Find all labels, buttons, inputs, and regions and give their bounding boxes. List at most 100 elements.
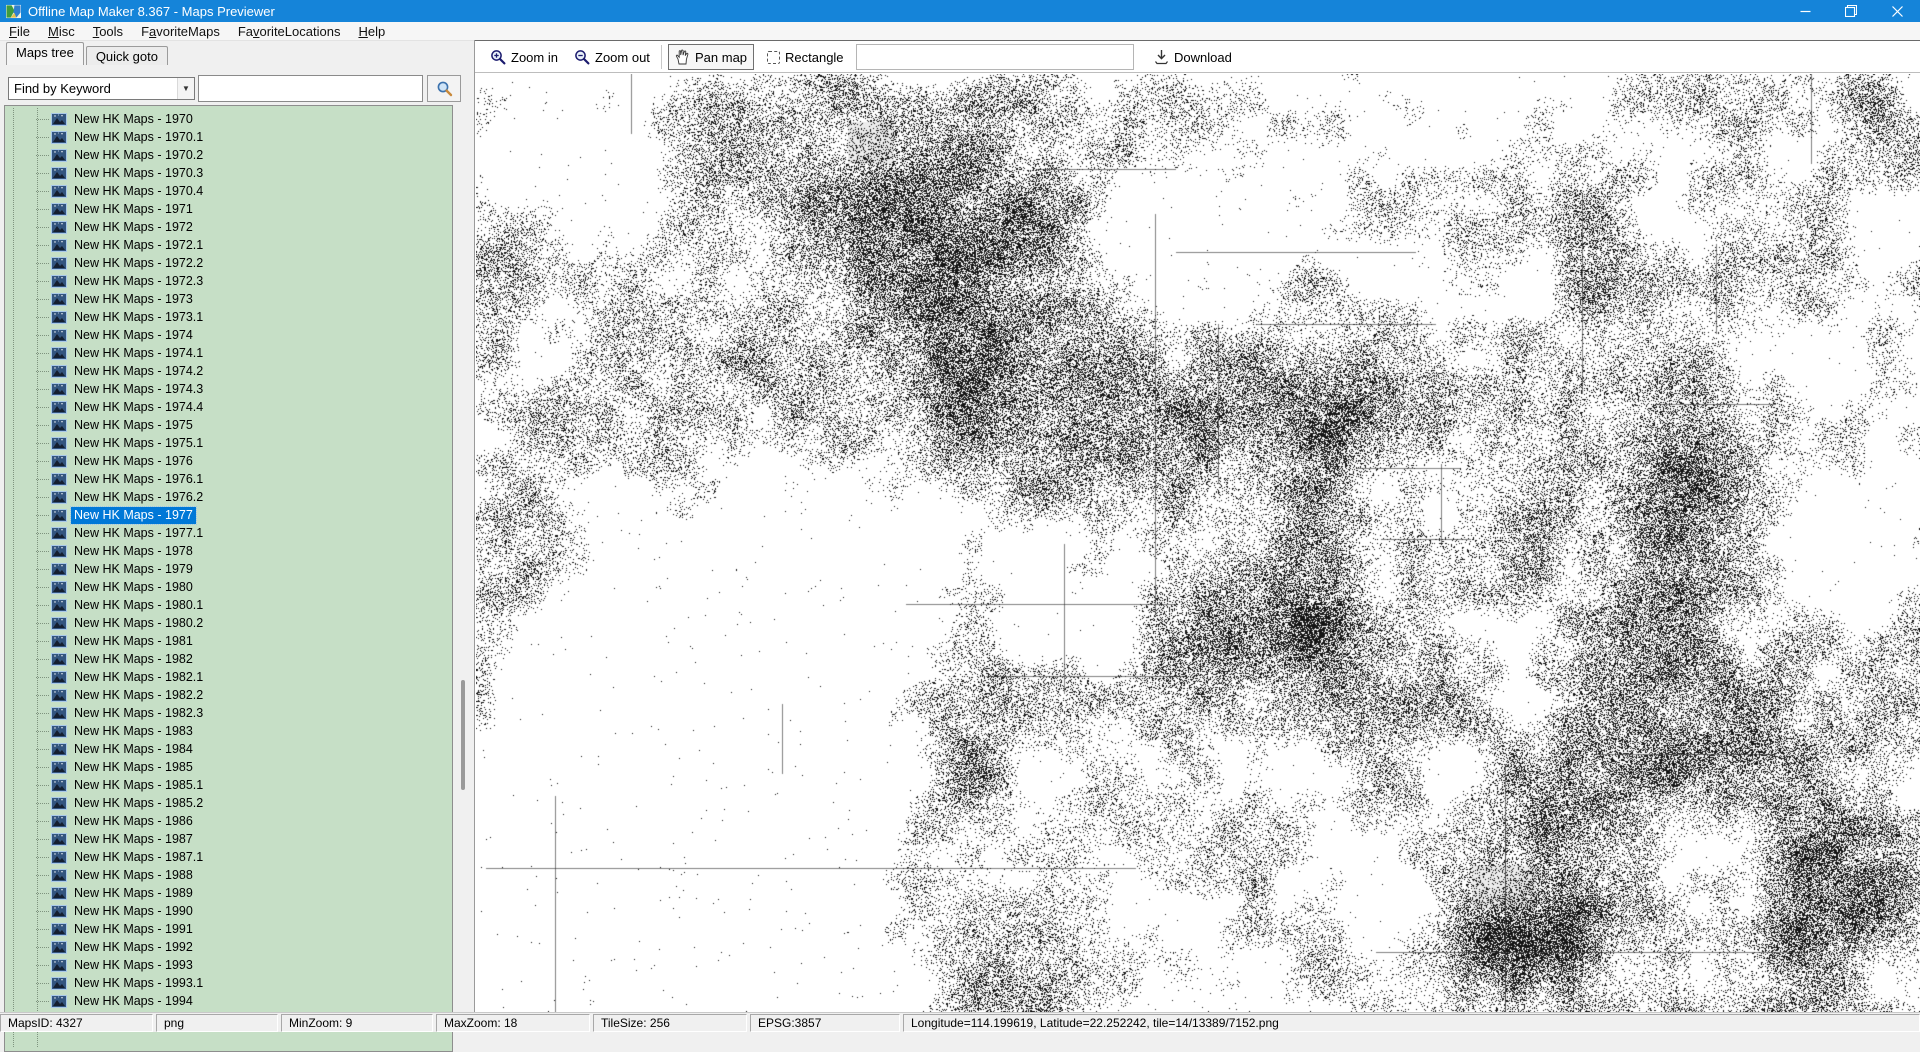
- app-icon: [6, 4, 21, 19]
- tree-item-label: New HK Maps - 1985: [71, 759, 196, 776]
- tree-item[interactable]: New HK Maps - 1984: [5, 740, 452, 758]
- tree-item[interactable]: New HK Maps - 1988: [5, 866, 452, 884]
- status-segment-6: Longitude=114.199619, Latitude=22.252242…: [903, 1014, 1920, 1032]
- tree-item-label: New HK Maps - 1989: [71, 885, 196, 902]
- menu-item-favoritemaps[interactable]: FavoriteMaps: [132, 22, 229, 40]
- tree-item[interactable]: New HK Maps - 1986: [5, 812, 452, 830]
- tree-item[interactable]: New HK Maps - 1981: [5, 632, 452, 650]
- tree-item[interactable]: New HK Maps - 1976: [5, 452, 452, 470]
- tree-item[interactable]: New HK Maps - 1985: [5, 758, 452, 776]
- search-input[interactable]: [198, 75, 423, 102]
- tree-item[interactable]: New HK Maps - 1978: [5, 542, 452, 560]
- tree-scrollbar[interactable]: [455, 105, 473, 1052]
- zoom-out-button[interactable]: Zoom out: [567, 44, 657, 70]
- tree-item[interactable]: New HK Maps - 1970.4: [5, 182, 452, 200]
- tree-item[interactable]: New HK Maps - 1994: [5, 992, 452, 1010]
- tree-item[interactable]: New HK Maps - 1970: [5, 110, 452, 128]
- tree-item[interactable]: New HK Maps - 1987: [5, 830, 452, 848]
- tree-item[interactable]: New HK Maps - 1970.2: [5, 146, 452, 164]
- tree-item[interactable]: New HK Maps - 1970.1: [5, 128, 452, 146]
- tree-item[interactable]: New HK Maps - 1975: [5, 416, 452, 434]
- tree-item[interactable]: New HK Maps - 1972.3: [5, 272, 452, 290]
- tree-item[interactable]: New HK Maps - 1982.1: [5, 668, 452, 686]
- tab-quick-goto[interactable]: Quick goto: [86, 46, 168, 65]
- menu-item-tools[interactable]: Tools: [84, 22, 132, 40]
- tree-item[interactable]: New HK Maps - 1982.3: [5, 704, 452, 722]
- menu-item-file[interactable]: File: [0, 22, 39, 40]
- toolbar-coordinates-input[interactable]: [856, 44, 1134, 70]
- search-button[interactable]: [427, 75, 461, 102]
- tree-item[interactable]: New HK Maps - 1977.1: [5, 524, 452, 542]
- tree-item[interactable]: New HK Maps - 1973.1: [5, 308, 452, 326]
- tree-item[interactable]: New HK Maps - 1973: [5, 290, 452, 308]
- tree-item[interactable]: New HK Maps - 1976.2: [5, 488, 452, 506]
- tree-item[interactable]: New HK Maps - 1991: [5, 920, 452, 938]
- tree-item[interactable]: New HK Maps - 1982: [5, 650, 452, 668]
- tree-item[interactable]: New HK Maps - 1972: [5, 218, 452, 236]
- rectangle-icon: [767, 51, 780, 64]
- tree-item[interactable]: New HK Maps - 1983: [5, 722, 452, 740]
- tree-item[interactable]: New HK Maps - 1977: [5, 506, 452, 524]
- tree-item-label: New HK Maps - 1972.2: [71, 255, 206, 272]
- tree-item-label: New HK Maps - 1982.1: [71, 669, 206, 686]
- tree-item[interactable]: New HK Maps - 1970.3: [5, 164, 452, 182]
- download-button[interactable]: Download: [1147, 44, 1239, 70]
- tree-item[interactable]: New HK Maps - 1974: [5, 326, 452, 344]
- tree-item[interactable]: New HK Maps - 1980.1: [5, 596, 452, 614]
- download-icon: [1154, 49, 1169, 65]
- search-icon: [436, 80, 453, 97]
- map-image-icon: [51, 185, 67, 198]
- menu-item-misc[interactable]: Misc: [39, 22, 84, 40]
- tree-item-label: New HK Maps - 1974: [71, 327, 196, 344]
- pan-map-button[interactable]: Pan map: [668, 44, 754, 70]
- close-button[interactable]: [1874, 0, 1920, 22]
- search-filter-dropdown[interactable]: Find by Keyword ▼: [8, 77, 195, 100]
- tree-item[interactable]: New HK Maps - 1982.2: [5, 686, 452, 704]
- tree-connector: [36, 119, 49, 120]
- tree-item[interactable]: New HK Maps - 1980: [5, 578, 452, 596]
- tree-item-label: New HK Maps - 1970.3: [71, 165, 206, 182]
- tree-item-label: New HK Maps - 1987.1: [71, 849, 206, 866]
- tree-connector: [36, 371, 49, 372]
- tree-item[interactable]: New HK Maps - 1990: [5, 902, 452, 920]
- zoom-in-button[interactable]: Zoom in: [483, 44, 565, 70]
- tree-item-label: New HK Maps - 1982: [71, 651, 196, 668]
- map-image-icon: [51, 707, 67, 720]
- tree-item[interactable]: New HK Maps - 1980.2: [5, 614, 452, 632]
- map-toolbar: Zoom in Zoom out Pan map Rectangle: [475, 40, 1920, 72]
- tree-item[interactable]: New HK Maps - 1992: [5, 938, 452, 956]
- tree-item-label: New HK Maps - 1977.1: [71, 525, 206, 542]
- tree-item[interactable]: New HK Maps - 1985.1: [5, 776, 452, 794]
- tree-item[interactable]: New HK Maps - 1974.4: [5, 398, 452, 416]
- tree-item[interactable]: New HK Maps - 1975.1: [5, 434, 452, 452]
- tree-item[interactable]: New HK Maps - 1993.1: [5, 974, 452, 992]
- map-image-icon: [51, 833, 67, 846]
- rectangle-button[interactable]: Rectangle: [760, 44, 851, 70]
- restore-button[interactable]: [1828, 0, 1874, 22]
- tree-item[interactable]: New HK Maps - 1989: [5, 884, 452, 902]
- tree-item[interactable]: New HK Maps - 1971: [5, 200, 452, 218]
- map-image-icon: [51, 653, 67, 666]
- tree-scrollbar-thumb[interactable]: [461, 680, 465, 790]
- tree-connector: [36, 155, 49, 156]
- tree-item-label: New HK Maps - 1975: [71, 417, 196, 434]
- tree-item-label: New HK Maps - 1976.2: [71, 489, 206, 506]
- map-image-icon: [51, 527, 67, 540]
- tree-item[interactable]: New HK Maps - 1974.1: [5, 344, 452, 362]
- tree-item[interactable]: New HK Maps - 1976.1: [5, 470, 452, 488]
- map-image-icon: [51, 851, 67, 864]
- tree-item[interactable]: New HK Maps - 1974.2: [5, 362, 452, 380]
- menu-item-help[interactable]: Help: [349, 22, 394, 40]
- tree-item[interactable]: New HK Maps - 1993: [5, 956, 452, 974]
- tree-item[interactable]: New HK Maps - 1985.2: [5, 794, 452, 812]
- tree-item[interactable]: New HK Maps - 1987.1: [5, 848, 452, 866]
- menu-item-favoritelocations[interactable]: FavoriteLocations: [229, 22, 350, 40]
- tree-item[interactable]: New HK Maps - 1972.2: [5, 254, 452, 272]
- map-viewport[interactable]: [475, 72, 1920, 1012]
- tree-item[interactable]: New HK Maps - 1979: [5, 560, 452, 578]
- tab-maps-tree[interactable]: Maps tree: [6, 42, 84, 65]
- tree-item[interactable]: New HK Maps - 1974.3: [5, 380, 452, 398]
- map-preview-canvas[interactable]: [476, 74, 1920, 1012]
- tree-item[interactable]: New HK Maps - 1972.1: [5, 236, 452, 254]
- minimize-button[interactable]: [1782, 0, 1828, 22]
